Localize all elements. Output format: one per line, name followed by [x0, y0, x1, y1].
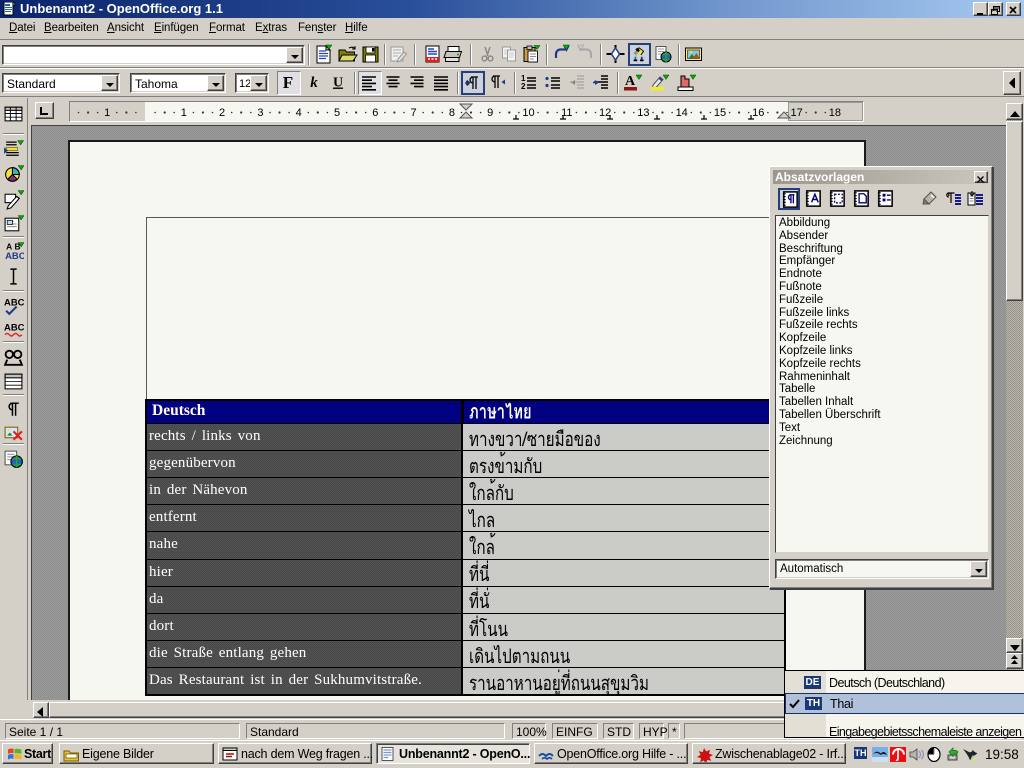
svg-text:18: 18: [829, 107, 841, 119]
svg-text:6: 6: [372, 107, 378, 119]
svg-text:3: 3: [257, 107, 263, 119]
svg-text:8: 8: [449, 107, 455, 119]
svg-text:2: 2: [219, 107, 225, 119]
svg-text:16: 16: [752, 107, 764, 119]
svg-text:12: 12: [599, 107, 611, 119]
svg-text:13: 13: [637, 107, 649, 119]
svg-text:ABC: ABC: [4, 323, 24, 334]
svg-text:1: 1: [181, 107, 187, 119]
svg-text:1: 1: [104, 107, 110, 119]
svg-text:7: 7: [411, 107, 417, 119]
svg-text:10: 10: [522, 107, 534, 119]
svg-text:2: 2: [521, 82, 526, 91]
svg-text:F: F: [283, 73, 293, 92]
svg-text:U: U: [333, 76, 343, 91]
svg-text:9: 9: [487, 107, 493, 119]
svg-text:4: 4: [296, 107, 302, 119]
svg-text:ABC: ABC: [4, 298, 24, 309]
svg-text:A: A: [625, 74, 636, 89]
svg-text:14: 14: [676, 107, 688, 119]
svg-text:ABC: ABC: [5, 251, 24, 262]
svg-text:5: 5: [334, 107, 340, 119]
svg-text:15: 15: [714, 107, 726, 119]
svg-text:17: 17: [790, 107, 802, 119]
svg-text:k: k: [310, 75, 318, 91]
